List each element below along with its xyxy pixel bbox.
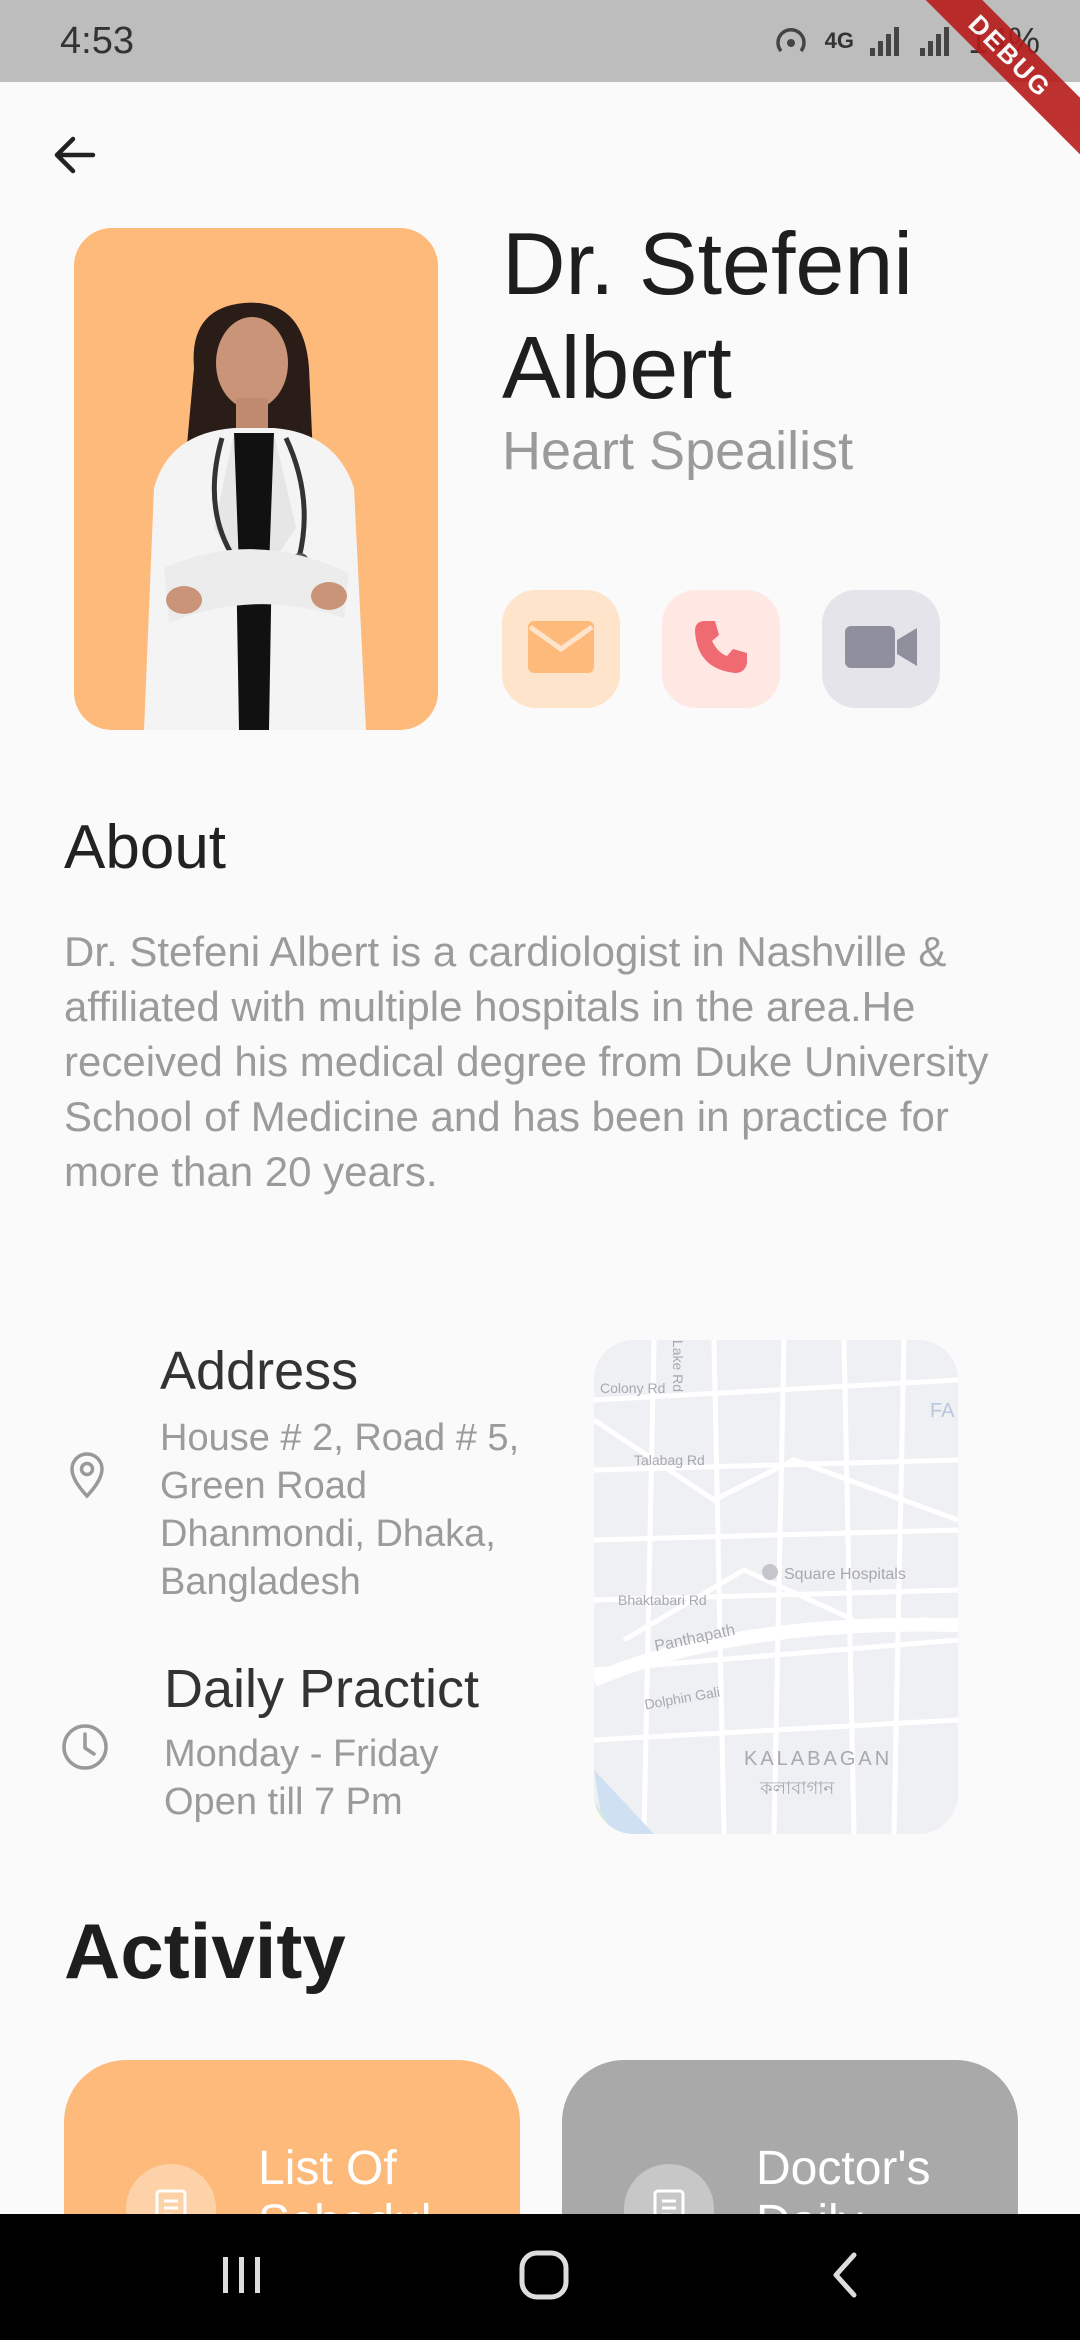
location-map[interactable]: Colony Rd Lake Rd Talabag Rd Square Hosp…: [594, 1340, 958, 1834]
mail-icon: [526, 619, 596, 680]
status-bar: 4:53 4G 14% DEBUG: [0, 0, 1080, 163]
video-icon: [843, 622, 919, 677]
map-label: Colony Rd: [600, 1380, 666, 1396]
home-button[interactable]: [484, 2214, 604, 2340]
signal-icon: [868, 24, 904, 58]
address-title: Address: [160, 1341, 359, 1401]
map-label: FA: [930, 1400, 955, 1422]
address-line-1: House # 2, Road # 5,: [160, 1417, 520, 1459]
video-call-button[interactable]: [822, 590, 940, 708]
map-label: Talabag Rd: [634, 1452, 705, 1468]
email-button[interactable]: [502, 590, 620, 708]
doctor-name: Dr. Stefeni Albert: [502, 214, 913, 417]
clock-icon: [60, 1722, 110, 1777]
doctor-specialty: Heart Speailist: [502, 421, 854, 481]
network-type: 4G: [824, 28, 854, 53]
back-button[interactable]: [36, 118, 114, 196]
practice-hours: Open till 7 Pm: [164, 1781, 403, 1823]
doctor-photo: [74, 228, 438, 730]
phone-icon: [691, 617, 751, 682]
map-label: Bhaktabari Rd: [618, 1592, 707, 1608]
about-text: Dr. Stefeni Albert is a cardiologist in …: [64, 928, 989, 1195]
navigation-bar: [0, 2214, 1080, 2340]
daily-practice-section: Daily Practict Monday - Friday Open till…: [164, 1658, 584, 1826]
activity-heading: Activity: [64, 1907, 346, 1995]
nav-back-button[interactable]: [786, 2214, 906, 2340]
hotspot-icon: [771, 21, 811, 61]
recents-icon: [217, 2253, 267, 2302]
map-label: Lake Rd: [670, 1340, 687, 1393]
call-button[interactable]: [662, 590, 780, 708]
map-label: Square Hospitals: [784, 1566, 906, 1583]
practice-title: Daily Practict: [164, 1659, 480, 1719]
home-icon: [518, 2249, 570, 2306]
location-pin-icon: [62, 1450, 112, 1505]
address-line-4: Bangladesh: [160, 1561, 361, 1603]
address-section: Address House # 2, Road # 5, Green Road …: [160, 1340, 570, 1606]
arrow-left-icon: [51, 131, 99, 184]
practice-days: Monday - Friday: [164, 1733, 439, 1775]
map-label: KALABAGAN: [744, 1748, 893, 1770]
address-line-3: Dhanmondi, Dhaka,: [160, 1513, 496, 1555]
status-time: 4:53: [60, 20, 134, 62]
map-label: কলাবাগান: [760, 1778, 835, 1798]
back-icon: [826, 2249, 866, 2306]
about-heading: About: [64, 813, 227, 882]
address-line-2: Green Road: [160, 1465, 368, 1507]
signal-icon-2: [918, 24, 954, 58]
recents-button[interactable]: [182, 2214, 302, 2340]
